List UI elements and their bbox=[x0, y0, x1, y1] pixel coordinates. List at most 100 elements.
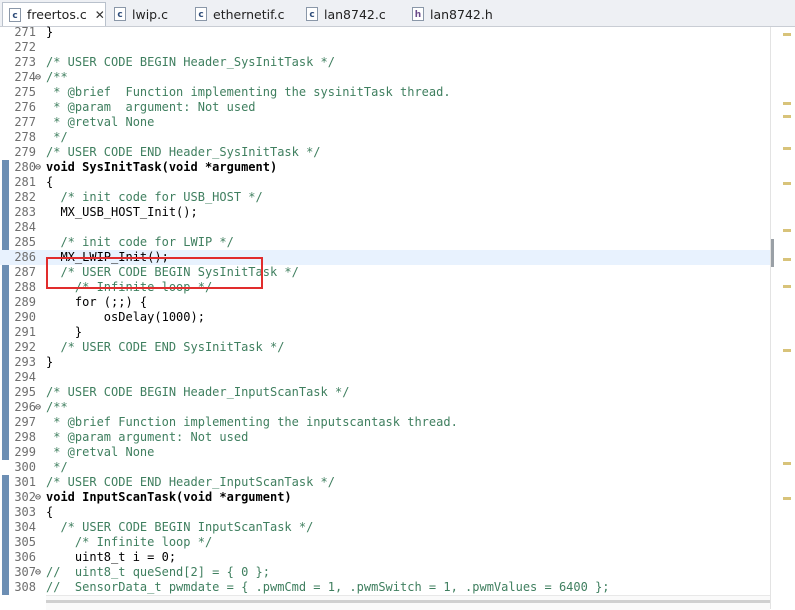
tab-label: freertos.c bbox=[27, 7, 87, 22]
scrollbar-thumb[interactable] bbox=[771, 239, 774, 267]
overview-marker bbox=[783, 285, 791, 288]
line-number: 304 bbox=[14, 520, 36, 534]
code-line: 303 { bbox=[0, 505, 770, 520]
overview-marker bbox=[783, 258, 791, 261]
code-line: 298 * @param argument: Not used bbox=[0, 430, 770, 445]
line-number: 280 bbox=[14, 160, 36, 174]
overview-marker bbox=[783, 102, 791, 105]
line-number: 293 bbox=[14, 355, 36, 369]
line-number: 286 bbox=[14, 250, 36, 264]
code-line: 299 * @retval None bbox=[0, 445, 770, 460]
c-source-file-icon: c bbox=[114, 7, 126, 21]
fold-toggle-icon[interactable]: ⊖ bbox=[35, 70, 41, 85]
code-text: /* Infinite loop */ bbox=[46, 535, 213, 549]
line-number: 281 bbox=[14, 175, 36, 189]
code-text: /* USER CODE BEGIN Header_SysInitTask */ bbox=[46, 55, 335, 69]
line-number: 308 bbox=[14, 580, 36, 594]
code-line: 276 * @param argument: Not used bbox=[0, 100, 770, 115]
code-line: 295 /* USER CODE BEGIN Header_InputScanTa… bbox=[0, 385, 770, 400]
code-text: /* USER CODE END SysInitTask */ bbox=[46, 340, 285, 354]
code-line: 292 /* USER CODE END SysInitTask */ bbox=[0, 340, 770, 355]
line-number: 290 bbox=[14, 310, 36, 324]
editor-tab-bar: c freertos.c ✕ c lwip.c c ethernetif.c c… bbox=[0, 0, 795, 27]
code-editor[interactable]: 271} 272 273 /* USER CODE BEGIN Header_Sy… bbox=[0, 25, 795, 609]
tab-lan8742-h[interactable]: h lan8742.h bbox=[406, 2, 516, 26]
code-line: 290 osDelay(1000); bbox=[0, 310, 770, 325]
code-text: { bbox=[46, 175, 54, 189]
code-text: * @retval None bbox=[46, 115, 155, 129]
overview-marker bbox=[783, 462, 791, 465]
code-text: MX_USB_HOST_Init(); bbox=[46, 205, 198, 219]
fold-toggle-icon[interactable]: ⊖ bbox=[35, 565, 41, 580]
code-line: 274 ⊖ /** bbox=[0, 70, 770, 85]
overview-marker bbox=[783, 229, 791, 232]
line-number: 277 bbox=[14, 115, 36, 129]
line-number: 303 bbox=[14, 505, 36, 519]
fold-toggle-icon[interactable]: ⊖ bbox=[35, 400, 41, 415]
code-line: 308 // SensorData_t pwmdate = { .pwmCmd =… bbox=[0, 580, 770, 595]
line-number: 302 bbox=[14, 490, 36, 504]
scrollbar-thumb[interactable] bbox=[46, 600, 770, 603]
line-number: 285 bbox=[14, 235, 36, 249]
code-line: 293} bbox=[0, 355, 770, 370]
code-line: 280 ⊖ void SysInitTask(void *argument) bbox=[0, 160, 770, 175]
code-line: 282 /* init code for USB_HOST */ bbox=[0, 190, 770, 205]
line-number: 307 bbox=[14, 565, 36, 579]
line-number: 275 bbox=[14, 85, 36, 99]
code-text: void InputScanTask(void *argument) bbox=[46, 490, 292, 504]
line-number: 278 bbox=[14, 130, 36, 144]
tab-lwip-c[interactable]: c lwip.c bbox=[108, 2, 188, 26]
code-text: */ bbox=[46, 460, 68, 474]
line-number: 299 bbox=[14, 445, 36, 459]
code-line: 273 /* USER CODE BEGIN Header_SysInitTask… bbox=[0, 55, 770, 70]
code-line: 277 * @retval None bbox=[0, 115, 770, 130]
line-number: 294 bbox=[14, 370, 36, 384]
code-text: /* init code for USB_HOST */ bbox=[46, 190, 263, 204]
header-file-icon: h bbox=[412, 7, 424, 21]
code-text: /* USER CODE END Header_InputScanTask */ bbox=[46, 475, 335, 489]
horizontal-scrollbar[interactable] bbox=[46, 595, 770, 610]
line-number: 296 bbox=[14, 400, 36, 414]
code-line: 275 * @brief Function implementing the s… bbox=[0, 85, 770, 100]
overview-marker bbox=[783, 115, 791, 118]
line-number: 301 bbox=[14, 475, 36, 489]
code-text: void SysInitTask(void *argument) bbox=[46, 160, 278, 174]
code-text: /* init code for LWIP */ bbox=[46, 235, 234, 249]
fold-toggle-icon[interactable]: ⊖ bbox=[35, 490, 41, 505]
close-icon[interactable]: ✕ bbox=[95, 8, 105, 22]
c-source-file-icon: c bbox=[9, 7, 21, 22]
tab-freertos-c[interactable]: c freertos.c ✕ bbox=[2, 2, 106, 26]
tab-lan8742-c[interactable]: c lan8742.c bbox=[300, 2, 405, 26]
code-text: /* USER CODE BEGIN Header_InputScanTask … bbox=[46, 385, 350, 399]
line-number: 271 bbox=[14, 25, 36, 39]
line-number: 284 bbox=[14, 220, 36, 234]
code-text: for (;;) { bbox=[46, 295, 148, 309]
code-text: * @brief Function implementing the sysin… bbox=[46, 85, 451, 99]
code-line: 300 */ bbox=[0, 460, 770, 475]
vertical-scrollbar[interactable] bbox=[770, 27, 795, 609]
code-line: 271} bbox=[0, 25, 770, 40]
tab-ethernetif-c[interactable]: c ethernetif.c bbox=[189, 2, 299, 26]
line-number: 300 bbox=[14, 460, 36, 474]
code-line: 297 * @brief Function implementing the i… bbox=[0, 415, 770, 430]
line-number: 295 bbox=[14, 385, 36, 399]
line-number: 273 bbox=[14, 55, 36, 69]
code-line: 304 /* USER CODE BEGIN InputScanTask */ bbox=[0, 520, 770, 535]
code-line: 285 /* init code for LWIP */ bbox=[0, 235, 770, 250]
line-number: 283 bbox=[14, 205, 36, 219]
code-line: 278 */ bbox=[0, 130, 770, 145]
line-number: 287 bbox=[14, 265, 36, 279]
code-line: 279 /* USER CODE END Header_SysInitTask *… bbox=[0, 145, 770, 160]
line-number: 292 bbox=[14, 340, 36, 354]
line-number: 288 bbox=[14, 280, 36, 294]
code-text: /* USER CODE BEGIN InputScanTask */ bbox=[46, 520, 314, 534]
tab-label: lan8742.c bbox=[324, 6, 386, 22]
code-text: /* USER CODE END Header_SysInitTask */ bbox=[46, 145, 321, 159]
code-line: 306 uint8_t i = 0; bbox=[0, 550, 770, 565]
line-number: 272 bbox=[14, 40, 36, 54]
code-text: // uint8_t queSend[2] = { 0 }; bbox=[46, 565, 270, 579]
code-line: 291 } bbox=[0, 325, 770, 340]
code-line: 307 ⊖ // uint8_t queSend[2] = { 0 }; bbox=[0, 565, 770, 580]
code-text: * @param argument: Not used bbox=[46, 430, 249, 444]
fold-toggle-icon[interactable]: ⊖ bbox=[35, 160, 41, 175]
